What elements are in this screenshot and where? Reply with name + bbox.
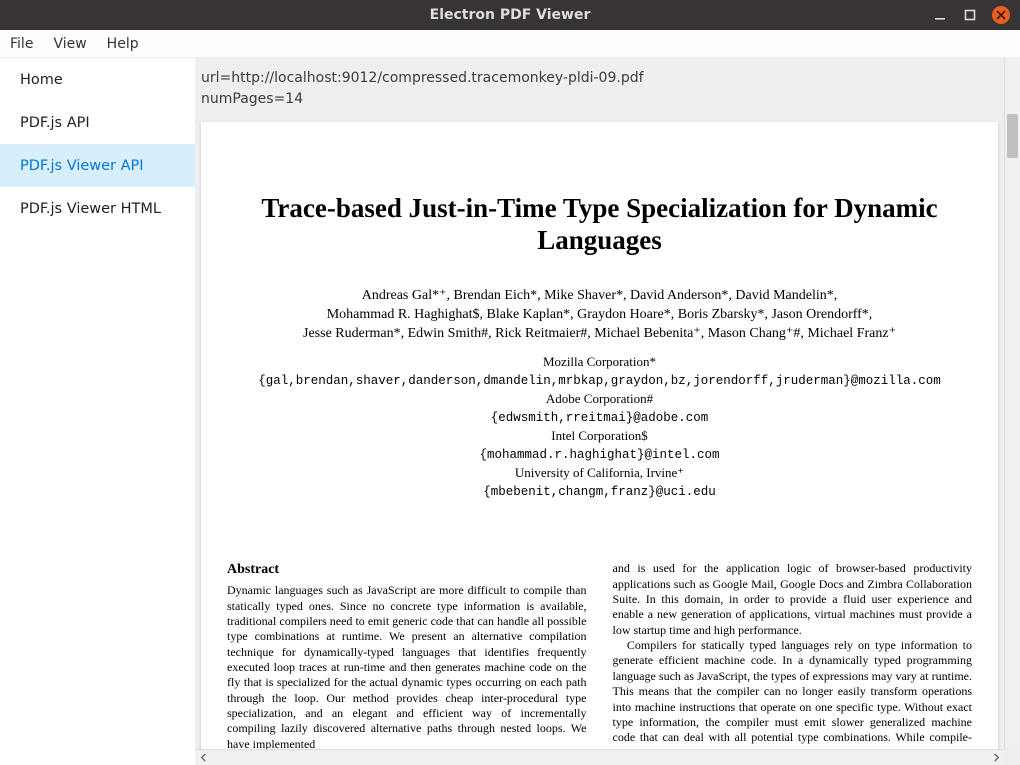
url-line: url=http://localhost:9012/compressed.tra… bbox=[201, 68, 998, 89]
menu-help[interactable]: Help bbox=[97, 36, 149, 52]
paper-columns: Abstract Dynamic languages such as JavaS… bbox=[227, 561, 972, 749]
aff-mail-3: {mohammad.r.haghighat}@intel.com bbox=[227, 446, 972, 464]
authors-line1: Andreas Gal*⁺, Brendan Eich*, Mike Shave… bbox=[227, 287, 972, 306]
col2-para1: and is used for the application logic of… bbox=[613, 561, 973, 638]
paper-col-right: and is used for the application logic of… bbox=[613, 561, 973, 749]
window-controls bbox=[932, 6, 1020, 24]
aff-org-4: University of California, Irvine⁺ bbox=[227, 464, 972, 483]
paper-col-left: Abstract Dynamic languages such as JavaS… bbox=[227, 561, 587, 749]
minimize-icon[interactable] bbox=[932, 7, 948, 23]
authors-line3: Jesse Ruderman*, Edwin Smith#, Rick Reit… bbox=[227, 325, 972, 344]
menu-file[interactable]: File bbox=[0, 36, 43, 52]
sidebar-item-home[interactable]: Home bbox=[0, 58, 195, 101]
window-title: Electron PDF Viewer bbox=[430, 7, 591, 23]
sidebar: Home PDF.js API PDF.js Viewer API PDF.js… bbox=[0, 58, 195, 765]
aff-org-1: Mozilla Corporation* bbox=[227, 353, 972, 372]
sidebar-item-pdfjs-api[interactable]: PDF.js API bbox=[0, 101, 195, 144]
vertical-scroll-thumb[interactable] bbox=[1007, 114, 1018, 158]
sidebar-item-viewer-api[interactable]: PDF.js Viewer API bbox=[0, 144, 195, 187]
aff-org-2: Adobe Corporation# bbox=[227, 390, 972, 409]
window-titlebar: Electron PDF Viewer bbox=[0, 0, 1020, 30]
aff-mail-1: {gal,brendan,shaver,danderson,dmandelin,… bbox=[227, 372, 972, 390]
maximize-icon[interactable] bbox=[962, 7, 978, 23]
content-pane: url=http://localhost:9012/compressed.tra… bbox=[195, 58, 1020, 765]
vertical-scrollbar[interactable] bbox=[1004, 58, 1020, 749]
content-scroll-area[interactable]: url=http://localhost:9012/compressed.tra… bbox=[195, 58, 1004, 749]
aff-org-3: Intel Corporation$ bbox=[227, 427, 972, 446]
paper-authors: Andreas Gal*⁺, Brendan Eich*, Mike Shave… bbox=[227, 287, 972, 344]
sidebar-item-viewer-html[interactable]: PDF.js Viewer HTML bbox=[0, 187, 195, 230]
aff-mail-2: {edwsmith,rreitmai}@adobe.com bbox=[227, 409, 972, 427]
col2-para2: Compilers for statically typed languages… bbox=[613, 638, 973, 749]
scroll-right-icon[interactable] bbox=[988, 750, 1004, 765]
horizontal-scrollbar[interactable] bbox=[195, 749, 1004, 765]
main-area: Home PDF.js API PDF.js Viewer API PDF.js… bbox=[0, 58, 1020, 765]
paper-affiliations: Mozilla Corporation* {gal,brendan,shaver… bbox=[227, 353, 972, 501]
menu-view[interactable]: View bbox=[43, 36, 96, 52]
numpages-line: numPages=14 bbox=[201, 89, 998, 110]
menu-bar: File View Help bbox=[0, 30, 1020, 58]
aff-mail-4: {mbebenit,changm,franz}@uci.edu bbox=[227, 483, 972, 501]
close-icon[interactable] bbox=[992, 6, 1010, 24]
abstract-body: Dynamic languages such as JavaScript are… bbox=[227, 583, 587, 749]
url-info: url=http://localhost:9012/compressed.tra… bbox=[195, 58, 1004, 122]
authors-line2: Mohammad R. Haghighat$, Blake Kaplan*, G… bbox=[227, 306, 972, 325]
pdf-page: Trace-based Just-in-Time Type Specializa… bbox=[201, 122, 998, 749]
abstract-heading: Abstract bbox=[227, 561, 587, 579]
paper-title: Trace-based Just-in-Time Type Specializa… bbox=[227, 192, 972, 257]
scroll-left-icon[interactable] bbox=[195, 750, 211, 765]
